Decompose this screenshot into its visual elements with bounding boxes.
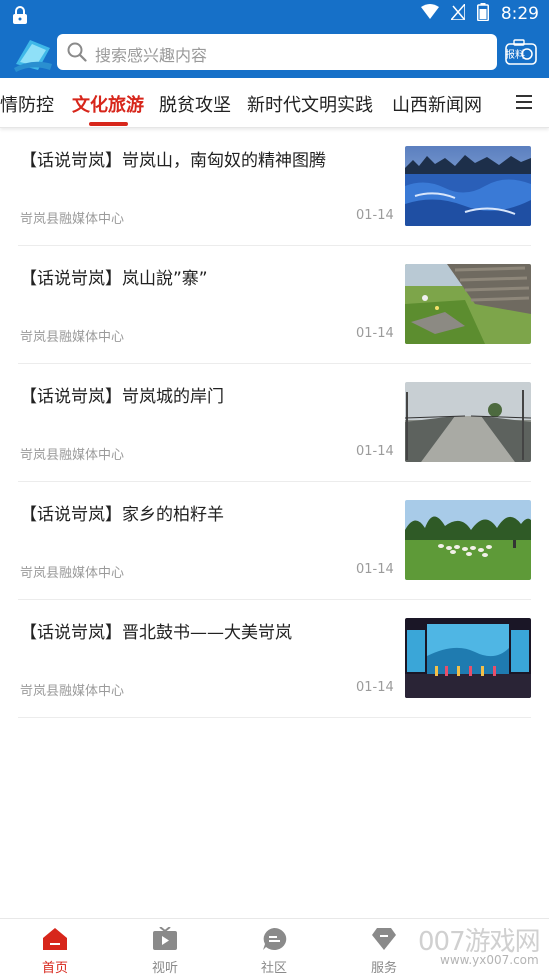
search-bar[interactable]: 搜索感兴趣内容: [57, 34, 497, 70]
news-source: 岢岚县融媒体中心: [20, 684, 125, 699]
nav-home[interactable]: 首页: [25, 927, 85, 976]
status-bar: 8:29: [0, 0, 549, 30]
news-title[interactable]: 【话说岢岚】岚山說”寨”: [20, 266, 390, 292]
news-title[interactable]: 【话说岢岚】家乡的柏籽羊: [20, 502, 390, 528]
news-source: 岢岚县融媒体中心: [20, 330, 125, 345]
lock-icon: [12, 6, 28, 28]
tab-poverty[interactable]: 脱贫攻坚: [159, 91, 231, 117]
news-title[interactable]: 【话说岢岚】岢岚城的岸门: [20, 384, 390, 410]
wifi-icon: [420, 4, 439, 24]
news-thumbnail[interactable]: [405, 500, 531, 580]
news-title[interactable]: 【话说岢岚】岢岚山，南匈奴的精神图腾: [20, 148, 390, 174]
category-tabs: 疫情防控 文化旅游 脱贫攻坚 新时代文明实践 山西新闻网: [0, 78, 549, 128]
news-item[interactable]: 【话说岢岚】岢岚山，南匈奴的精神图腾 岢岚县融媒体中心 01-14: [18, 128, 531, 246]
status-time: 8:29: [500, 4, 539, 24]
search-icon: [67, 42, 87, 66]
battery-icon: [476, 3, 489, 25]
search-placeholder: 搜索感兴趣内容: [95, 46, 208, 65]
report-camera-button[interactable]: 报料: [502, 38, 540, 68]
app-logo[interactable]: [12, 34, 54, 74]
news-item[interactable]: 【话说岢岚】岢岚城的岸门 岢岚县融媒体中心 01-14: [18, 364, 531, 482]
news-thumbnail[interactable]: [405, 618, 531, 698]
news-title[interactable]: 【话说岢岚】晋北鼓书——大美岢岚: [20, 620, 390, 646]
nav-service[interactable]: 服务: [354, 927, 414, 976]
news-date: 01-14: [356, 562, 394, 577]
news-source: 岢岚县融媒体中心: [20, 448, 125, 463]
chat-bubble-icon: [263, 927, 287, 950]
active-tab-indicator: [89, 122, 128, 126]
tab-culture-tourism[interactable]: 文化旅游: [72, 91, 144, 117]
camera-icon: 报料: [505, 39, 537, 65]
news-thumbnail[interactable]: [405, 146, 531, 226]
tab-epidemic[interactable]: 疫情防控: [0, 91, 54, 117]
nav-community-label: 社区: [260, 961, 287, 976]
no-signal-icon: [449, 2, 466, 24]
report-label: 报料: [505, 48, 525, 61]
nav-community[interactable]: 社区: [244, 927, 304, 976]
news-source: 岢岚县融媒体中心: [20, 212, 125, 227]
nav-video-label: 视听: [151, 961, 178, 976]
news-item[interactable]: 【话说岢岚】家乡的柏籽羊 岢岚县融媒体中心 01-14: [18, 482, 531, 600]
news-thumbnail[interactable]: [405, 264, 531, 344]
news-date: 01-14: [356, 444, 394, 459]
diamond-icon: [372, 928, 396, 950]
menu-icon[interactable]: [515, 94, 533, 114]
tab-civilization[interactable]: 新时代文明实践: [247, 91, 373, 117]
watermark-url: www.yx007.com: [440, 953, 539, 967]
news-date: 01-14: [356, 208, 394, 223]
tab-shanxi-news[interactable]: 山西新闻网: [392, 91, 482, 117]
tv-play-icon: [153, 926, 177, 950]
app-header: 搜索感兴趣内容 报料: [0, 30, 549, 78]
news-item[interactable]: 【话说岢岚】岚山說”寨” 岢岚县融媒体中心 01-14: [18, 246, 531, 364]
news-item[interactable]: 【话说岢岚】晋北鼓书——大美岢岚 岢岚县融媒体中心 01-14: [18, 600, 531, 718]
nav-video[interactable]: 视听: [135, 926, 195, 976]
home-icon: [43, 928, 67, 950]
news-thumbnail[interactable]: [405, 382, 531, 462]
nav-service-label: 服务: [370, 961, 397, 976]
nav-home-label: 首页: [41, 961, 68, 976]
news-source: 岢岚县融媒体中心: [20, 566, 125, 581]
news-date: 01-14: [356, 326, 394, 341]
news-date: 01-14: [356, 680, 394, 695]
